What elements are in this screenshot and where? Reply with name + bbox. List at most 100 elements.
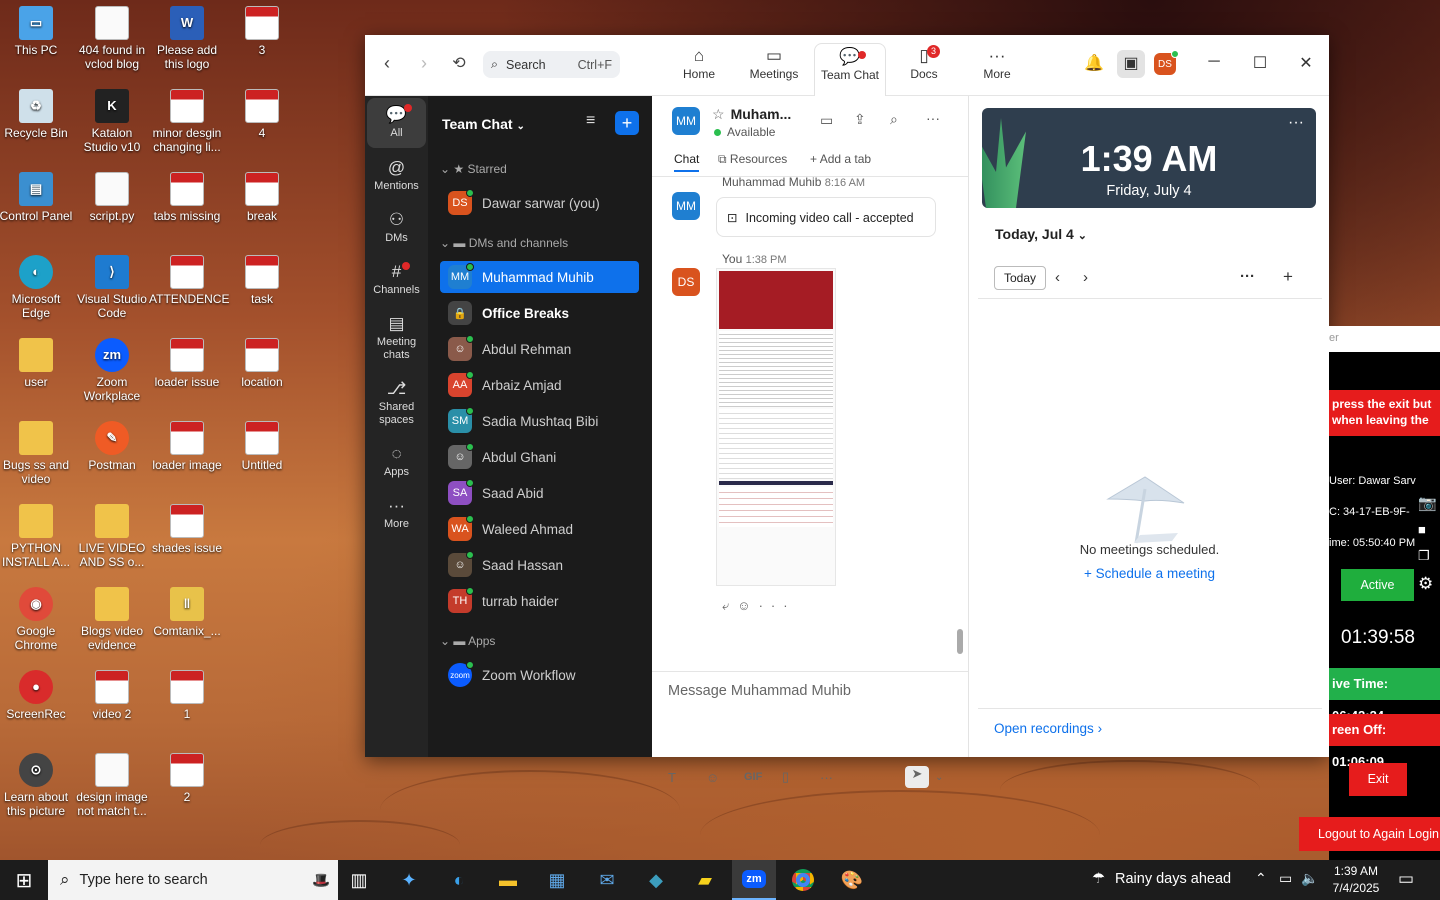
desktop-icon[interactable]: tabs missing bbox=[149, 172, 225, 223]
desktop-icon[interactable]: ▭ This PC bbox=[0, 6, 74, 57]
file-explorer-icon[interactable]: ▬ bbox=[492, 866, 524, 894]
search-box[interactable]: ⌕ Search Ctrl+F bbox=[483, 51, 620, 78]
desktop-icon[interactable]: ◉ Google Chrome bbox=[0, 587, 74, 652]
taskbar-clock[interactable]: 1:39 AM 7/4/2025 bbox=[1318, 863, 1394, 897]
desktop-icon[interactable]: break bbox=[224, 172, 300, 223]
desktop-icon[interactable]: W Please add this logo bbox=[149, 6, 225, 71]
desktop-icon[interactable]: shades issue bbox=[149, 504, 225, 555]
chat-list-item[interactable]: DS Dawar sarwar (you) bbox=[440, 187, 639, 219]
image-attachment[interactable] bbox=[716, 268, 836, 586]
bell-icon[interactable]: 🔔 bbox=[1082, 53, 1106, 73]
paint-icon[interactable]: 🎨 bbox=[836, 866, 868, 894]
new-chat-button[interactable]: + bbox=[615, 111, 639, 135]
video-icon[interactable]: ■ bbox=[1418, 522, 1426, 537]
file-icon[interactable]: ▯ bbox=[782, 769, 820, 785]
desktop-icon[interactable]: Untitled bbox=[224, 421, 300, 472]
desktop-icon[interactable]: K Katalon Studio v10 bbox=[74, 89, 150, 154]
rail-item-shared-spaces[interactable]: ⎇ Shared spaces bbox=[367, 377, 426, 427]
more-dots-icon[interactable]: ··· bbox=[820, 770, 905, 785]
desktop-icon[interactable]: script.py bbox=[74, 172, 150, 223]
tab-more[interactable]: ··· More bbox=[961, 43, 1033, 96]
section-starred[interactable]: ⌄ ★ Starred bbox=[440, 162, 507, 176]
active-button[interactable]: Active bbox=[1341, 569, 1414, 601]
tab-meetings[interactable]: ▭ Meetings bbox=[738, 43, 810, 96]
desktop-icon[interactable]: 3 bbox=[224, 6, 300, 57]
emoji-icon[interactable]: ☺ bbox=[737, 598, 758, 613]
chat-list-item[interactable]: zoom Zoom Workflow bbox=[440, 659, 639, 691]
chat-list-item[interactable]: TH turrab haider bbox=[440, 585, 639, 617]
desktop-icon[interactable]: design image not match t... bbox=[74, 753, 150, 818]
contact-avatar[interactable]: MM bbox=[672, 107, 700, 135]
desktop-icon[interactable]: minor desgin changing li... bbox=[149, 89, 225, 154]
logout-button[interactable]: Logout to Again Login bbox=[1299, 817, 1440, 851]
chevron-down-icon[interactable]: ⌄ bbox=[935, 772, 943, 783]
tab-home[interactable]: ⌂ Home bbox=[663, 43, 735, 96]
desktop-icon[interactable]: PYTHON INSTALL A... bbox=[0, 504, 74, 569]
desktop-icon[interactable]: task bbox=[224, 255, 300, 306]
gear-icon[interactable]: ⚙ bbox=[1418, 574, 1433, 594]
send-icon[interactable]: ➤ bbox=[905, 766, 929, 788]
tab-resources[interactable]: ⧉ Resources bbox=[718, 152, 787, 167]
camera-icon[interactable]: 📷 bbox=[1418, 494, 1437, 512]
gift-icon[interactable]: ▣ bbox=[1117, 50, 1145, 78]
desktop-icon[interactable]: user bbox=[0, 338, 74, 389]
gif-button[interactable]: GIF bbox=[744, 771, 782, 783]
sticky-notes-icon[interactable]: ▰ bbox=[689, 866, 721, 894]
reply-icon[interactable]: ⤶ bbox=[722, 598, 737, 613]
store-icon[interactable]: ▦ bbox=[541, 866, 573, 894]
desktop-icon[interactable]: LIVE VIDEO AND SS o... bbox=[74, 504, 150, 569]
section-dms[interactable]: ⌄ ▬ DMs and channels bbox=[440, 236, 568, 250]
tab-add[interactable]: + Add a tab bbox=[810, 152, 871, 166]
mail-icon[interactable]: ✉ bbox=[591, 866, 623, 894]
share-screen-icon[interactable]: ⇪ bbox=[854, 111, 866, 128]
scrollbar[interactable] bbox=[957, 629, 963, 654]
chat-list-item[interactable]: WA Waleed Ahmad bbox=[440, 513, 639, 545]
chat-list-item[interactable]: SM Sadia Mushtaq Bibi bbox=[440, 405, 639, 437]
rail-item-meeting-chats[interactable]: ▤ Meeting chats bbox=[367, 312, 426, 362]
more-dots-icon[interactable]: ··· bbox=[1240, 268, 1255, 285]
rail-item-more[interactable]: ··· More bbox=[367, 494, 426, 531]
schedule-meeting-link[interactable]: + Schedule a meeting bbox=[970, 566, 1329, 581]
desktop-icon[interactable]: Blogs video evidence bbox=[74, 587, 150, 652]
date-selector[interactable]: Today, Jul 4 ⌄ bbox=[995, 226, 1087, 242]
more-dots-icon[interactable]: ··· bbox=[759, 598, 796, 613]
tab-team-chat[interactable]: 💬 Team Chat bbox=[814, 43, 886, 96]
rail-item-mentions[interactable]: @ Mentions bbox=[367, 156, 426, 193]
katalon-icon[interactable]: ◆ bbox=[640, 866, 672, 894]
chat-list-item[interactable]: ☺ Abdul Rehman bbox=[440, 333, 639, 365]
more-dots-icon[interactable]: ··· bbox=[1288, 114, 1304, 132]
video-icon[interactable]: ▭ bbox=[820, 112, 833, 129]
desktop-icon[interactable]: 1 bbox=[149, 670, 225, 721]
exit-button[interactable]: Exit bbox=[1349, 763, 1407, 796]
maximize-icon[interactable]: ☐ bbox=[1248, 53, 1272, 73]
rail-item-dms[interactable]: ⚇ DMs bbox=[367, 208, 426, 245]
rail-item-all[interactable]: 💬 All bbox=[367, 98, 426, 148]
copy-icon[interactable]: ❐ bbox=[1418, 548, 1430, 564]
history-icon[interactable]: ⟲ bbox=[445, 49, 473, 77]
filter-icon[interactable]: ≡ bbox=[586, 112, 595, 130]
desktop-icon[interactable]: ATTENDENCE bbox=[149, 255, 229, 306]
chat-list-item[interactable]: ☺ Abdul Ghani bbox=[440, 441, 639, 473]
avatar[interactable]: MM bbox=[672, 192, 700, 220]
notification-icon[interactable]: ▭ bbox=[1398, 869, 1414, 889]
section-apps[interactable]: ⌄ ▬ Apps bbox=[440, 634, 495, 648]
volume-icon[interactable]: 🔈 bbox=[1301, 870, 1318, 887]
team-chat-title[interactable]: Team Chat ⌄ bbox=[442, 116, 525, 132]
forward-arrow-icon[interactable]: › bbox=[410, 49, 438, 77]
search-icon[interactable]: ⌕ bbox=[890, 111, 898, 128]
windows-start-icon[interactable]: ⊞ bbox=[8, 866, 40, 894]
desktop-icon[interactable]: ▤ Control Panel bbox=[0, 172, 74, 223]
desktop-icon[interactable]: zm Zoom Workplace bbox=[74, 338, 150, 403]
next-day-icon[interactable]: › bbox=[1083, 269, 1088, 286]
desktop-icon[interactable]: 404 found in vclod blog bbox=[74, 6, 150, 71]
open-recordings-link[interactable]: Open recordings › bbox=[994, 721, 1102, 736]
weather-widget[interactable]: ☂ Rainy days ahead bbox=[1092, 871, 1231, 887]
task-view-icon[interactable]: ▥ bbox=[343, 866, 375, 894]
desktop-icon[interactable]: ⊙ Learn about this picture bbox=[0, 753, 74, 818]
chat-list-item[interactable]: ☺ Saad Hassan bbox=[440, 549, 639, 581]
edge-icon[interactable]: ◐ bbox=[443, 866, 475, 894]
back-arrow-icon[interactable]: ‹ bbox=[373, 49, 401, 77]
desktop-icon[interactable]: ✎ Postman bbox=[74, 421, 150, 472]
desktop-icon[interactable]: ● ScreenRec bbox=[0, 670, 74, 721]
desktop-icon[interactable]: loader issue bbox=[149, 338, 225, 389]
